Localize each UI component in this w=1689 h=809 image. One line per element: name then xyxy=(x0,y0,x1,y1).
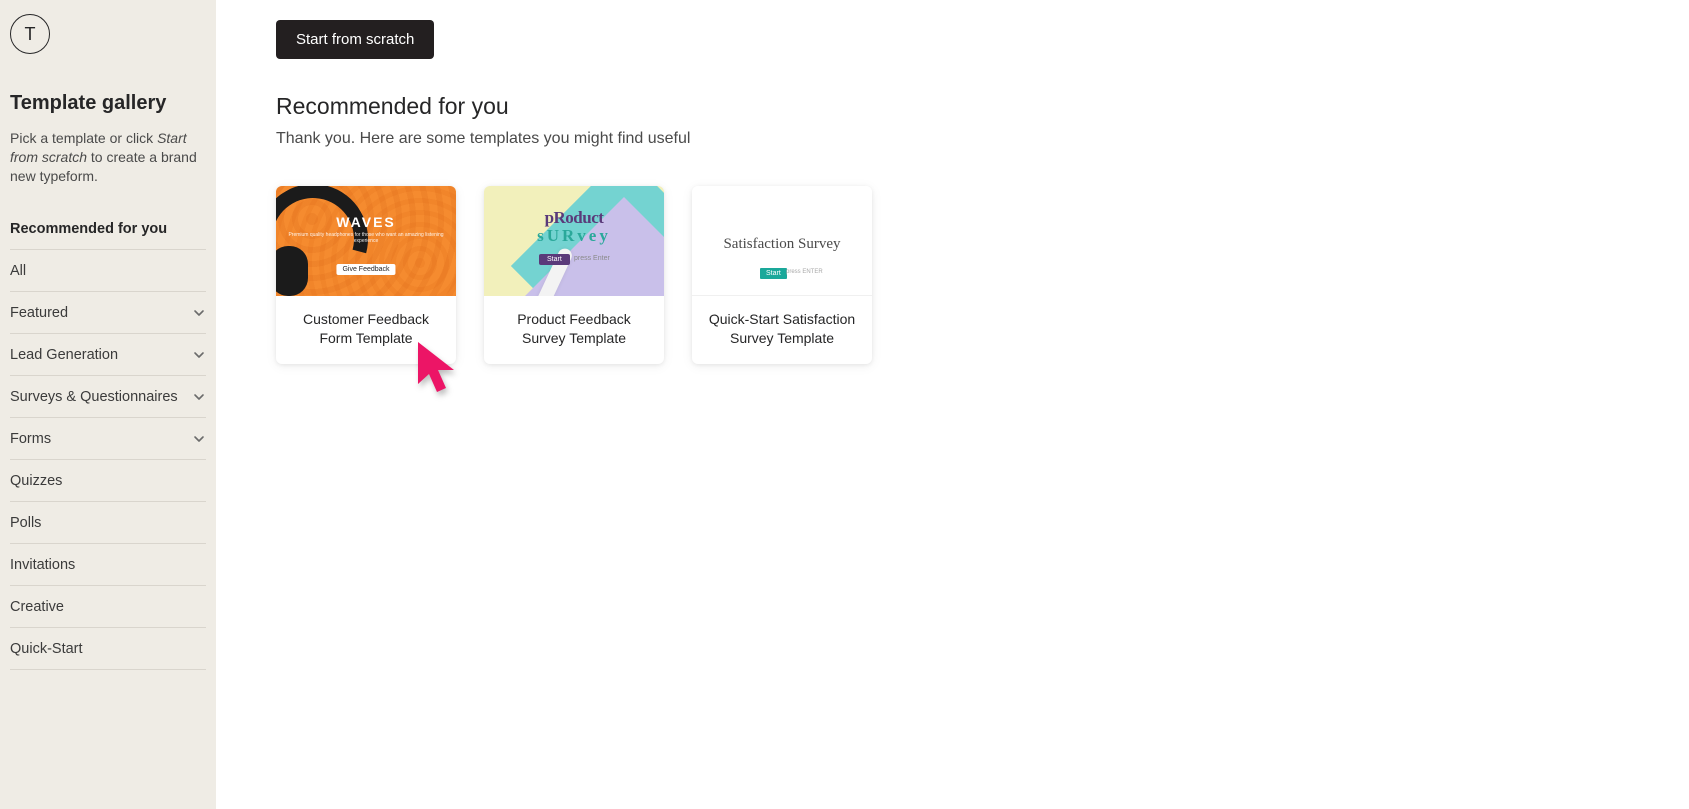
sidebar-description: Pick a template or click Start from scra… xyxy=(10,129,206,186)
section-title: Recommended for you xyxy=(276,93,1689,120)
nav-featured[interactable]: Featured xyxy=(10,292,206,334)
thumb-tagline: Premium quality headphones for those who… xyxy=(276,232,456,244)
nav-quick-start[interactable]: Quick-Start xyxy=(10,628,206,670)
card-thumbnail: pRoduct sURvey Start press Enter xyxy=(484,186,664,296)
template-card-satisfaction-survey[interactable]: Satisfaction Survey Start press ENTER Qu… xyxy=(692,186,872,364)
section-subtitle: Thank you. Here are some templates you m… xyxy=(276,130,1689,148)
nav-item-label: Quick-Start xyxy=(10,641,83,657)
sidebar-desc-pre: Pick a template or click xyxy=(10,130,157,146)
thumb-cta-hint: press Enter xyxy=(574,255,610,262)
nav-item-label: Lead Generation xyxy=(10,347,118,363)
nav-item-label: Invitations xyxy=(10,557,75,573)
nav-item-label: All xyxy=(10,263,26,279)
nav-quizzes[interactable]: Quizzes xyxy=(10,460,206,502)
sidebar: T Template gallery Pick a template or cl… xyxy=(0,0,216,809)
nav-creative[interactable]: Creative xyxy=(10,586,206,628)
thumb-brand: pRoduct sURvey xyxy=(484,208,664,246)
card-label: Customer Feedback Form Template xyxy=(276,296,456,364)
chevron-down-icon xyxy=(192,306,206,320)
nav-invitations[interactable]: Invitations xyxy=(10,544,206,586)
nav-surveys[interactable]: Surveys & Questionnaires xyxy=(10,376,206,418)
nav-item-label: Quizzes xyxy=(10,473,62,489)
chevron-down-icon xyxy=(192,348,206,362)
thumb-brand: WAVES xyxy=(276,214,456,230)
nav-polls[interactable]: Polls xyxy=(10,502,206,544)
nav-item-label: Recommended for you xyxy=(10,221,167,237)
chevron-down-icon xyxy=(192,390,206,404)
card-thumbnail: Satisfaction Survey Start press ENTER xyxy=(692,186,872,296)
nav-item-label: Surveys & Questionnaires xyxy=(10,389,178,405)
template-card-product-feedback[interactable]: pRoduct sURvey Start press Enter Product… xyxy=(484,186,664,364)
card-thumbnail: WAVES Premium quality headphones for tho… xyxy=(276,186,456,296)
thumb-brand-line2: sURvey xyxy=(484,226,664,246)
thumb-cta-chip: Start xyxy=(760,268,787,279)
thumb-cta-hint: press ENTER xyxy=(786,269,823,275)
start-from-scratch-button[interactable]: Start from scratch xyxy=(276,20,434,59)
main-content: Start from scratch Recommended for you T… xyxy=(216,0,1689,809)
nav-all[interactable]: All xyxy=(10,250,206,292)
sidebar-nav: Recommended for you All Featured Lead Ge… xyxy=(10,208,206,670)
thumb-cta-chip: Give Feedback xyxy=(336,264,395,275)
thumb-brand-line1: pRoduct xyxy=(545,208,604,227)
nav-item-label: Featured xyxy=(10,305,68,321)
template-card-customer-feedback[interactable]: WAVES Premium quality headphones for tho… xyxy=(276,186,456,364)
thumb-title: Satisfaction Survey xyxy=(692,236,872,253)
thumb-cta-chip: Start xyxy=(539,254,570,265)
chevron-down-icon xyxy=(192,432,206,446)
sidebar-title: Template gallery xyxy=(10,92,206,115)
avatar[interactable]: T xyxy=(10,14,50,54)
nav-lead-generation[interactable]: Lead Generation xyxy=(10,334,206,376)
nav-recommended[interactable]: Recommended for you xyxy=(10,208,206,250)
template-cards: WAVES Premium quality headphones for tho… xyxy=(276,186,1689,364)
nav-item-label: Creative xyxy=(10,599,64,615)
nav-item-label: Forms xyxy=(10,431,51,447)
card-label: Product Feedback Survey Template xyxy=(484,296,664,364)
card-label: Quick-Start Satisfaction Survey Template xyxy=(692,296,872,364)
nav-item-label: Polls xyxy=(10,515,41,531)
nav-forms[interactable]: Forms xyxy=(10,418,206,460)
headphone-earcup-icon xyxy=(276,246,308,296)
